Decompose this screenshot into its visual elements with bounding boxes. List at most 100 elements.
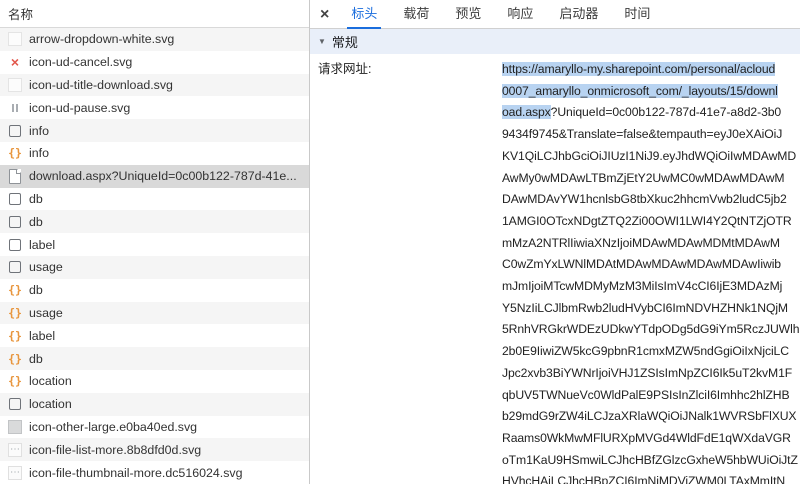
request-url-label: 请求网址: <box>310 59 502 484</box>
request-name-label: location <box>29 397 72 411</box>
network-request-row[interactable]: db <box>0 188 309 211</box>
request-url-value[interactable]: https://amaryllo-my.sharepoint.com/perso… <box>502 59 800 484</box>
url-line: 2b0E9IiwiZW5kcG9pbnR1cmxMZW5ndGgiOiIxNjc… <box>502 341 800 363</box>
request-name-label: label <box>29 238 55 252</box>
network-request-row[interactable]: icon-ud-pause.svg <box>0 96 309 119</box>
request-name-label: arrow-dropdown-white.svg <box>29 32 174 46</box>
network-request-row[interactable]: arrow-dropdown-white.svg <box>0 28 309 51</box>
url-line: DAwMDAvYW1hcnlsbG8tbXkuc2hhcmVwb2ludC5jb… <box>502 189 800 211</box>
url-text: C0wZmYxLWNlMDAtMDAwMDAwMDAwMDAwIiwib <box>502 257 781 271</box>
url-line: Raams0WkMwMFlURXpMVGd4WldFdE1qWXdaVGR <box>502 428 800 450</box>
json-icon <box>8 352 22 366</box>
json-icon <box>8 146 22 160</box>
url-line: b29mdG9rZW4iLCJzaXRlaWQiOiJNalk1WVRSbFlX… <box>502 406 800 428</box>
tab-response[interactable]: 响应 <box>494 0 546 29</box>
network-request-row[interactable]: info <box>0 142 309 165</box>
url-text: KV1QiLCJhbGciOiJIUzI1NiJ9.eyJhdWQiOiIwMD… <box>502 149 796 163</box>
json-icon <box>8 374 22 388</box>
network-request-row[interactable]: location <box>0 393 309 416</box>
url-line: Jpc2xvb3BiYWNrIjoiVHJ1ZSIsImNpZCI6Ik5uT2… <box>502 363 800 385</box>
request-name-label: icon-file-list-more.8b8dfd0d.svg <box>29 443 201 457</box>
url-line: mJmIjoiMTcwMDMyMzM3MiIsImV4cCI6IjE3MDAzM… <box>502 276 800 298</box>
tab-timing[interactable]: 时间 <box>611 0 663 29</box>
network-request-row[interactable]: download.aspx?UniqueId=0c00b122-787d-41e… <box>0 165 309 188</box>
network-request-row[interactable]: label <box>0 233 309 256</box>
request-name-label: label <box>29 329 55 343</box>
network-request-row[interactable]: icon-file-list-more.8b8dfd0d.svg <box>0 438 309 461</box>
chevron-down-icon: ▼ <box>318 37 326 46</box>
network-request-row[interactable]: label <box>0 324 309 347</box>
network-request-row[interactable]: icon-file-thumbnail-more.dc516024.svg <box>0 461 309 484</box>
request-name-label: icon-ud-title-download.svg <box>29 78 173 92</box>
image-more-icon <box>8 443 22 457</box>
network-request-row[interactable]: usage <box>0 256 309 279</box>
section-general-header[interactable]: ▼ 常规 <box>310 29 800 54</box>
document-icon <box>8 169 22 183</box>
json-icon <box>8 283 22 297</box>
image-gray-icon <box>8 420 22 434</box>
image-placeholder-icon <box>8 32 22 46</box>
generic-file-icon <box>8 238 22 252</box>
tab-headers[interactable]: 标头 <box>338 0 390 29</box>
column-header-name[interactable]: 名称 <box>0 0 309 28</box>
network-request-row[interactable]: usage <box>0 302 309 325</box>
url-line: 0007_amaryllo_onmicrosoft_com/_layouts/1… <box>502 81 800 103</box>
network-request-row[interactable]: location <box>0 370 309 393</box>
details-tab-bar: × 标头 载荷 预览 响应 启动器 时间 <box>310 0 800 29</box>
url-text: b29mdG9rZW4iLCJzaXRlaWQiOiJNalk1WVRSbFlX… <box>502 409 796 423</box>
network-request-row[interactable]: icon-other-large.e0ba40ed.svg <box>0 416 309 439</box>
generic-file-icon <box>8 397 22 411</box>
request-name-label: location <box>29 374 72 388</box>
tab-payload[interactable]: 载荷 <box>390 0 442 29</box>
close-icon[interactable]: × <box>320 0 329 29</box>
image-more-icon <box>8 466 22 480</box>
request-name-label: icon-ud-cancel.svg <box>29 55 132 69</box>
request-url-row: 请求网址: https://amaryllo-my.sharepoint.com… <box>310 54 800 484</box>
request-name-label: info <box>29 146 49 160</box>
generic-file-icon <box>8 260 22 274</box>
network-request-row[interactable]: db <box>0 210 309 233</box>
url-text: 1AMGI0OTcxNDgtZTQ2Zi00OWI1LWI4Y2QtNTZjOT… <box>502 214 792 228</box>
url-line: oad.aspx?UniqueId=0c00b122-787d-41e7-a8d… <box>502 102 800 124</box>
request-name-label: usage <box>29 260 63 274</box>
url-text: ?UniqueId=0c00b122-787d-41e7-a8d2-3b0 <box>551 105 781 119</box>
network-request-row[interactable]: icon-ud-cancel.svg <box>0 51 309 74</box>
url-text: 2b0E9IiwiZW5kcG9pbnR1cmxMZW5ndGgiOiIxNjc… <box>502 344 789 358</box>
generic-file-icon <box>8 124 22 138</box>
url-line: 5RnhVRGkrWDEzUDkwYTdpODg5dG9iYm5RczJUWlh <box>502 319 800 341</box>
request-details-panel: × 标头 载荷 预览 响应 启动器 时间 ▼ 常规 请求网址: https://… <box>310 0 800 484</box>
url-selected-text: 0007_amaryllo_onmicrosoft_com/_layouts/1… <box>502 84 778 98</box>
request-rows: arrow-dropdown-white.svg icon-ud-cancel.… <box>0 28 309 484</box>
devtools-network-panel: 名称 arrow-dropdown-white.svg icon-ud-canc… <box>0 0 800 484</box>
image-cancel-icon <box>8 55 22 69</box>
request-name-label: db <box>29 283 43 297</box>
url-line: 1AMGI0OTcxNDgtZTQ2Zi00OWI1LWI4Y2QtNTZjOT… <box>502 211 800 233</box>
generic-file-icon <box>8 215 22 229</box>
url-text: Jpc2xvb3BiYWNrIjoiVHJ1ZSIsImNpZCI6Ik5uT2… <box>502 366 792 380</box>
url-line: HVhcHAiLCJhcHBpZCI6ImNiMDViZWM0LTAxMmItN <box>502 471 800 484</box>
json-icon <box>8 306 22 320</box>
image-pause-icon <box>8 101 22 115</box>
url-text: mJmIjoiMTcwMDMyMzM3MiIsImV4cCI6IjE3MDAzM… <box>502 279 782 293</box>
section-general-label: 常规 <box>332 32 358 51</box>
network-request-row[interactable]: db <box>0 279 309 302</box>
url-text: Raams0WkMwMFlURXpMVGd4WldFdE1qWXdaVGR <box>502 431 791 445</box>
url-text: oTm1KaU9HSmwiLCJhcHBfZGlzcGxheW5hbWUiOiJ… <box>502 453 798 467</box>
url-text: HVhcHAiLCJhcHBpZCI6ImNiMDViZWM0LTAxMmItN <box>502 474 785 484</box>
network-request-list: 名称 arrow-dropdown-white.svg icon-ud-canc… <box>0 0 310 484</box>
url-line: KV1QiLCJhbGciOiJIUzI1NiJ9.eyJhdWQiOiIwMD… <box>502 146 800 168</box>
network-request-row[interactable]: db <box>0 347 309 370</box>
url-line: C0wZmYxLWNlMDAtMDAwMDAwMDAwMDAwIiwib <box>502 254 800 276</box>
url-line: oTm1KaU9HSmwiLCJhcHBfZGlzcGxheW5hbWUiOiJ… <box>502 450 800 472</box>
tab-initiator[interactable]: 启动器 <box>546 0 611 29</box>
url-text: Y5NzIiLCJlbmRwb2ludHVybCI6ImNDVHZHNk1NQj… <box>502 301 788 315</box>
tab-preview[interactable]: 预览 <box>442 0 494 29</box>
url-line: qbUV5TWNueVc0WldPalE9PSIsInZlciI6Imhhc2h… <box>502 385 800 407</box>
network-request-row[interactable]: icon-ud-title-download.svg <box>0 74 309 97</box>
url-line: https://amaryllo-my.sharepoint.com/perso… <box>502 59 800 81</box>
network-request-row[interactable]: info <box>0 119 309 142</box>
request-name-label: usage <box>29 306 63 320</box>
url-line: AwMy0wMDAwLTBmZjEtY2UwMC0wMDAwMDAwM <box>502 168 800 190</box>
url-line: mMzA2NTRlIiwiaXNzIjoiMDAwMDAwMDMtMDAwM <box>502 233 800 255</box>
generic-file-icon <box>8 192 22 206</box>
